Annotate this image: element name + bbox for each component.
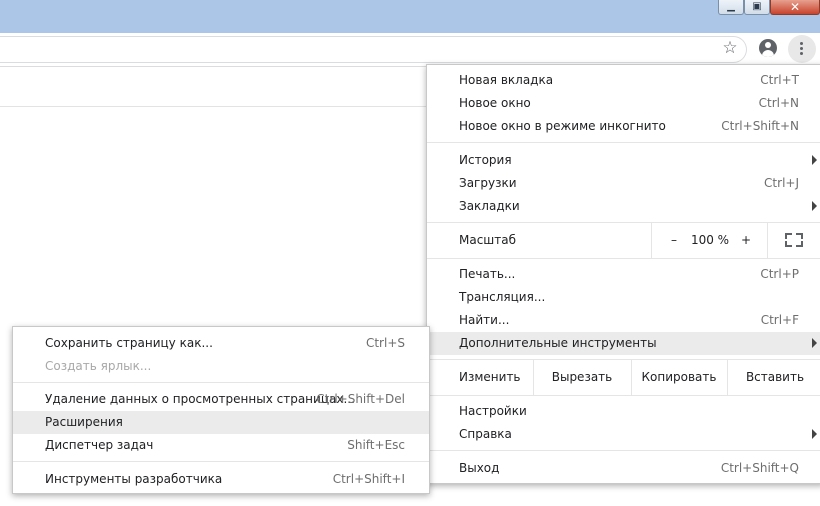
star-icon[interactable]: ☆ bbox=[720, 38, 740, 58]
page-divider bbox=[0, 106, 426, 107]
submenu-arrow-icon bbox=[812, 155, 817, 165]
minimize-icon: ▁ bbox=[727, 1, 735, 12]
menu-item-create-shortcut: Создать ярлык... bbox=[13, 355, 429, 378]
edit-label: Изменить bbox=[459, 370, 521, 384]
menu-item-label: Новое окно в режиме инкогнито bbox=[459, 119, 666, 133]
address-bar[interactable] bbox=[0, 36, 747, 63]
shortcut-text: Ctrl+Shift+N bbox=[721, 119, 799, 133]
menu-item-label: Диспетчер задач bbox=[45, 438, 154, 452]
chrome-main-menu: Новая вкладка Ctrl+T Новое окно Ctrl+N Н… bbox=[426, 64, 820, 484]
menu-item-label: Дополнительные инструменты bbox=[459, 336, 657, 350]
menu-item-new-tab[interactable]: Новая вкладка Ctrl+T bbox=[427, 69, 820, 92]
menu-item-bookmarks[interactable]: Закладки bbox=[427, 195, 820, 218]
menu-item-help[interactable]: Справка bbox=[427, 423, 820, 446]
shortcut-text: Ctrl+Shift+Q bbox=[720, 461, 799, 475]
more-tools-submenu: Сохранить страницу как... Ctrl+S Создать… bbox=[12, 326, 430, 494]
menu-item-label: Новая вкладка bbox=[459, 73, 554, 87]
menu-item-label: Сохранить страницу как... bbox=[45, 336, 213, 350]
menu-item-clear-data[interactable]: Удаление данных о просмотренных страница… bbox=[13, 388, 429, 411]
minimize-button[interactable]: ▁ bbox=[718, 0, 744, 15]
menu-item-label: Закладки bbox=[459, 199, 520, 213]
menu-item-downloads[interactable]: Загрузки Ctrl+J bbox=[427, 172, 820, 195]
zoom-label: Масштаб bbox=[459, 233, 517, 247]
menu-item-label: Загрузки bbox=[459, 176, 517, 190]
profile-avatar-icon[interactable] bbox=[759, 39, 777, 57]
menu-separator bbox=[427, 395, 820, 396]
menu-item-print[interactable]: Печать... Ctrl+P bbox=[427, 263, 820, 286]
menu-item-save-page[interactable]: Сохранить страницу как... Ctrl+S bbox=[13, 332, 429, 355]
menu-item-label: Справка bbox=[459, 427, 512, 441]
zoom-divider bbox=[767, 223, 768, 258]
shortcut-text: Ctrl+N bbox=[758, 96, 799, 110]
zoom-out-button[interactable]: – bbox=[667, 223, 681, 258]
maximize-button[interactable]: ▣ bbox=[744, 0, 770, 15]
fullscreen-icon[interactable] bbox=[785, 233, 803, 247]
chrome-menu-button[interactable] bbox=[788, 35, 816, 63]
dot bbox=[800, 47, 803, 50]
menu-item-find[interactable]: Найти... Ctrl+F bbox=[427, 309, 820, 332]
zoom-level-value: 100 % bbox=[690, 233, 730, 247]
menu-item-exit[interactable]: Выход Ctrl+Shift+Q bbox=[427, 457, 820, 480]
menu-item-new-window[interactable]: Новое окно Ctrl+N bbox=[427, 92, 820, 115]
menu-item-history[interactable]: История bbox=[427, 149, 820, 172]
cut-button[interactable]: Вырезать bbox=[534, 360, 630, 395]
shortcut-text: Ctrl+T bbox=[760, 73, 799, 87]
zoom-row: Масштаб – 100 % + bbox=[427, 223, 820, 258]
shortcut-text: Shift+Esc bbox=[347, 438, 405, 452]
menu-item-label: Создать ярлык... bbox=[45, 359, 152, 373]
submenu-arrow-icon bbox=[812, 201, 817, 211]
submenu-arrow-icon bbox=[812, 338, 817, 348]
close-icon: ✕ bbox=[789, 0, 801, 14]
maximize-icon: ▣ bbox=[752, 1, 762, 12]
copy-button[interactable]: Копировать bbox=[632, 360, 726, 395]
menu-item-label: История bbox=[459, 153, 512, 167]
shortcut-text: Ctrl+Shift+I bbox=[332, 472, 405, 486]
menu-separator bbox=[13, 461, 429, 462]
menu-item-label: Выход bbox=[459, 461, 500, 475]
menu-item-label: Инструменты разработчика bbox=[45, 472, 223, 486]
menu-item-dev-tools[interactable]: Инструменты разработчика Ctrl+Shift+I bbox=[13, 468, 429, 491]
menu-item-incognito[interactable]: Новое окно в режиме инкогнито Ctrl+Shift… bbox=[427, 115, 820, 138]
dot bbox=[800, 52, 803, 55]
edit-row: Изменить Вырезать Копировать Вставить bbox=[427, 360, 820, 395]
menu-item-label: Настройки bbox=[459, 404, 527, 418]
close-button[interactable]: ✕ bbox=[770, 0, 820, 15]
menu-item-label: Найти... bbox=[459, 313, 510, 327]
menu-item-more-tools[interactable]: Дополнительные инструменты bbox=[427, 332, 820, 355]
submenu-arrow-icon bbox=[812, 429, 817, 439]
window-titlebar bbox=[0, 0, 820, 33]
shortcut-text: Ctrl+F bbox=[760, 313, 799, 327]
menu-item-label: Новое окно bbox=[459, 96, 531, 110]
dot bbox=[800, 42, 803, 45]
menu-item-settings[interactable]: Настройки bbox=[427, 400, 820, 423]
zoom-divider bbox=[651, 223, 652, 258]
menu-item-task-manager[interactable]: Диспетчер задач Shift+Esc bbox=[13, 434, 429, 457]
menu-item-label: Удаление данных о просмотренных страница… bbox=[45, 392, 355, 406]
menu-separator bbox=[427, 142, 820, 143]
shortcut-text: Ctrl+J bbox=[764, 176, 799, 190]
shortcut-text: Ctrl+Shift+Del bbox=[316, 392, 405, 406]
zoom-in-button[interactable]: + bbox=[739, 223, 753, 258]
menu-item-cast[interactable]: Трансляция... bbox=[427, 286, 820, 309]
menu-item-extensions[interactable]: Расширения bbox=[13, 411, 429, 434]
menu-item-label: Расширения bbox=[45, 415, 123, 429]
menu-separator bbox=[13, 382, 429, 383]
menu-separator bbox=[427, 450, 820, 451]
browser-toolbar bbox=[0, 33, 820, 67]
menu-separator bbox=[427, 258, 820, 259]
menu-item-label: Печать... bbox=[459, 267, 516, 281]
shortcut-text: Ctrl+P bbox=[760, 267, 799, 281]
paste-button[interactable]: Вставить bbox=[728, 360, 820, 395]
menu-item-label: Трансляция... bbox=[459, 290, 546, 304]
shortcut-text: Ctrl+S bbox=[365, 336, 405, 350]
